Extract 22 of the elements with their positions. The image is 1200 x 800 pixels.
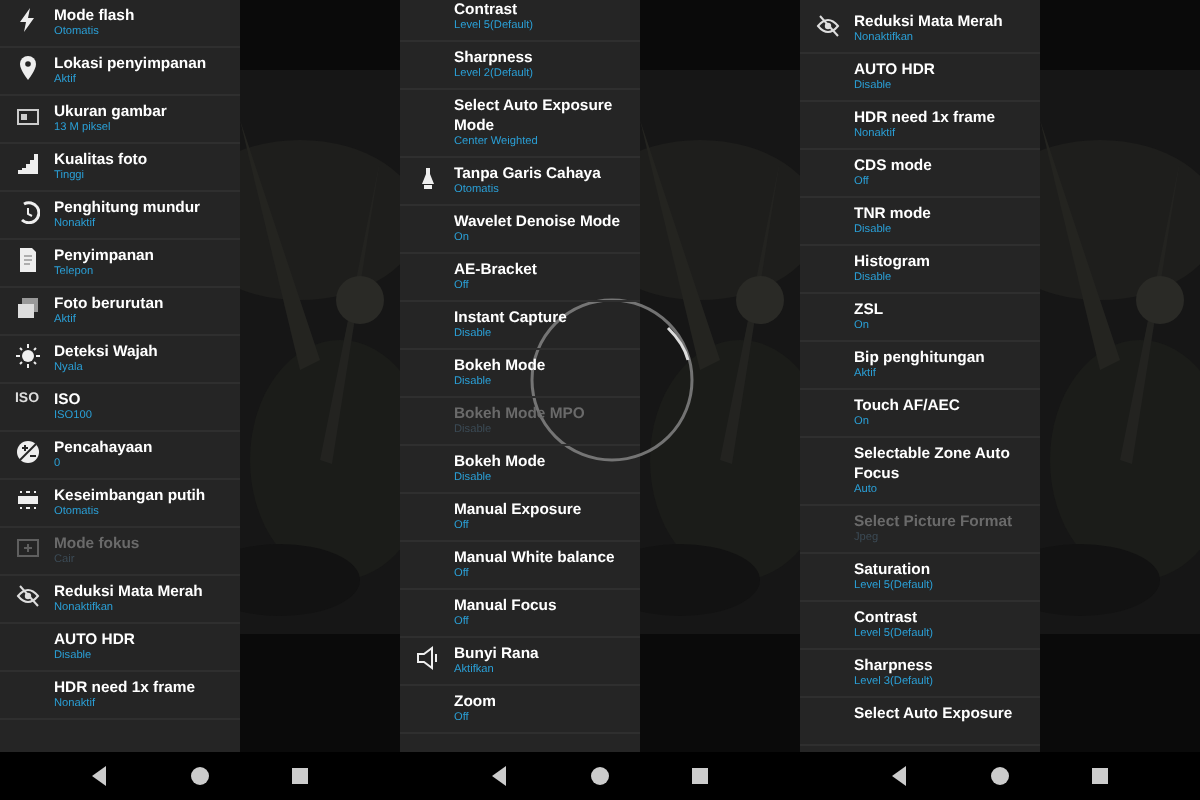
quality-bars-icon bbox=[15, 152, 39, 176]
photo-stack-icon bbox=[15, 296, 39, 320]
recents-button[interactable] bbox=[1088, 764, 1112, 788]
location-pin-icon bbox=[15, 56, 39, 80]
back-button[interactable] bbox=[88, 764, 112, 788]
balance-icon bbox=[15, 488, 39, 512]
home-button[interactable] bbox=[588, 764, 612, 788]
eye-off-icon bbox=[15, 584, 39, 608]
eye-off-icon bbox=[815, 14, 839, 38]
home-button[interactable] bbox=[188, 764, 212, 788]
back-button[interactable] bbox=[488, 764, 512, 788]
exposure-icon bbox=[15, 440, 39, 464]
memory-card-icon bbox=[15, 248, 39, 272]
recents-button[interactable] bbox=[688, 764, 712, 788]
back-button[interactable] bbox=[888, 764, 912, 788]
recents-button[interactable] bbox=[288, 764, 312, 788]
image-size-icon bbox=[15, 104, 39, 128]
face-detect-icon bbox=[15, 344, 39, 368]
flash-icon bbox=[15, 8, 39, 32]
speaker-icon bbox=[415, 646, 439, 670]
home-button[interactable] bbox=[988, 764, 1012, 788]
focus-icon bbox=[15, 536, 39, 560]
